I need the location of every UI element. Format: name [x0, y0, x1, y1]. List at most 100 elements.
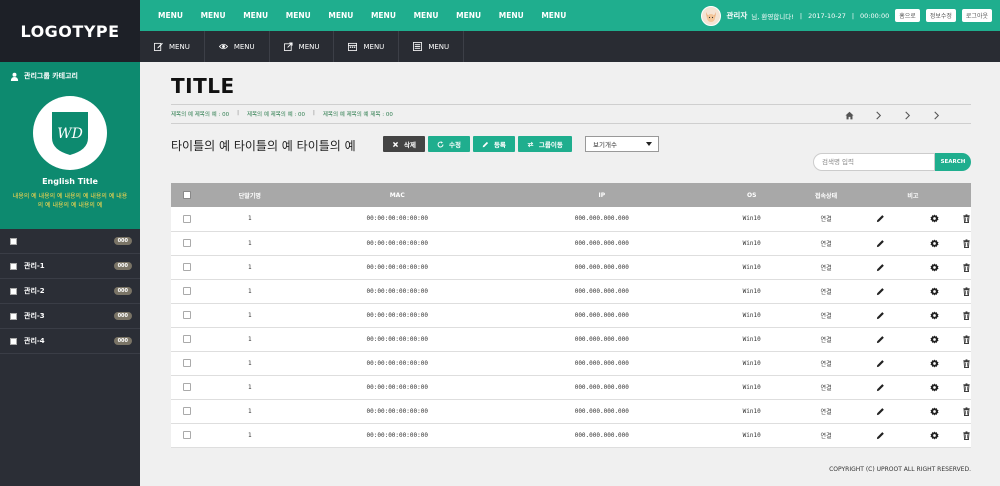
top-menu-item[interactable]: MENU: [328, 11, 371, 20]
trash-icon[interactable]: [962, 382, 971, 392]
trash-icon[interactable]: [962, 310, 971, 320]
sidebar-item-1[interactable]: 관리-1 000: [0, 254, 140, 279]
gear-icon[interactable]: [930, 238, 939, 248]
sidebar-item-3[interactable]: 관리-3 000: [0, 304, 140, 329]
search-button[interactable]: SEARCH: [935, 153, 971, 171]
row-checkbox[interactable]: [182, 287, 191, 295]
trash-icon[interactable]: [962, 430, 971, 440]
table-row[interactable]: 1 00:00:00:00:00:00 000.000.000.000 Win10 연결: [171, 399, 971, 424]
table-row[interactable]: 1 00:00:00:00:00:00 000.000.000.000 Win10 연결: [171, 279, 971, 304]
gear-icon[interactable]: [930, 382, 939, 392]
search-input[interactable]: [813, 153, 935, 171]
sidebar-checkbox[interactable]: [10, 337, 17, 345]
delete-button[interactable]: 삭제: [383, 136, 425, 152]
gear-icon[interactable]: [930, 310, 939, 320]
top-menu-item[interactable]: MENU: [414, 11, 457, 20]
header-ip[interactable]: IP: [497, 183, 707, 207]
trash-icon[interactable]: [962, 334, 971, 344]
pencil-icon[interactable]: [876, 239, 885, 248]
pencil-icon[interactable]: [876, 287, 885, 296]
gear-icon[interactable]: [930, 286, 939, 296]
view-count-select[interactable]: 보기개수: [585, 136, 659, 152]
table-row[interactable]: 1 00:00:00:00:00:00 000.000.000.000 Win10 연결: [171, 231, 971, 256]
top-menu-item[interactable]: MENU: [371, 11, 414, 20]
pencil-icon[interactable]: [876, 431, 885, 440]
top-menu-item[interactable]: MENU: [158, 11, 201, 20]
sidebar-checkbox[interactable]: [10, 262, 17, 270]
row-checkbox[interactable]: [182, 263, 191, 271]
sidebar-item-2[interactable]: 관리-2 000: [0, 279, 140, 304]
sidebar-item-4[interactable]: 관리-4 000: [0, 329, 140, 354]
trash-icon[interactable]: [962, 286, 971, 296]
header-status[interactable]: 접속상태: [797, 183, 855, 207]
header-os[interactable]: OS: [706, 183, 798, 207]
table-row[interactable]: 1 00:00:00:00:00:00 000.000.000.000 Win10 연결: [171, 303, 971, 328]
gear-icon[interactable]: [930, 214, 939, 223]
header-device-name[interactable]: 단말기명: [202, 183, 297, 207]
sub-menu-item-eye[interactable]: MENU: [205, 31, 270, 62]
row-checkbox[interactable]: [182, 359, 191, 367]
edit-button[interactable]: 수정: [427, 136, 470, 152]
pencil-icon[interactable]: [876, 263, 885, 272]
logo[interactable]: LOGOTYPE: [0, 0, 140, 62]
table-row[interactable]: 1 00:00:00:00:00:00 000.000.000.000 Win10 연결: [171, 327, 971, 352]
top-menu-item[interactable]: MENU: [201, 11, 244, 20]
pencil-icon[interactable]: [876, 214, 885, 223]
sub-menu-label: MENU: [428, 42, 450, 51]
table-row[interactable]: 1 00:00:00:00:00:00 000.000.000.000 Win10 연결: [171, 423, 971, 448]
top-menu-item[interactable]: MENU: [456, 11, 499, 20]
sidebar-checkbox[interactable]: [10, 287, 17, 295]
trash-icon[interactable]: [962, 358, 971, 368]
table-row[interactable]: 1 00:00:00:00:00:00 000.000.000.000 Win10 연결: [171, 375, 971, 400]
edit-info-button[interactable]: 정보수정: [925, 9, 956, 22]
top-menu-item[interactable]: MENU: [243, 11, 286, 20]
gear-icon[interactable]: [930, 262, 939, 272]
select-all-checkbox[interactable]: [182, 191, 191, 199]
trash-icon[interactable]: [962, 214, 971, 224]
row-checkbox[interactable]: [182, 239, 191, 247]
pencil-icon[interactable]: [876, 311, 885, 320]
chevron-right-icon[interactable]: [874, 111, 883, 120]
header-note[interactable]: 비고: [854, 183, 971, 207]
pencil-icon[interactable]: [876, 383, 885, 392]
table-row[interactable]: 1 00:00:00:00:00:00 000.000.000.000 Win10 연결: [171, 351, 971, 376]
row-checkbox[interactable]: [182, 407, 191, 415]
register-button[interactable]: 등록: [472, 136, 515, 152]
top-menu-item[interactable]: MENU: [541, 11, 584, 20]
row-checkbox[interactable]: [182, 335, 191, 343]
gear-icon[interactable]: [930, 334, 939, 344]
pencil-icon[interactable]: [876, 359, 885, 368]
gear-icon[interactable]: [930, 406, 939, 416]
move-group-button[interactable]: 그룹이동: [517, 136, 572, 152]
register-label: 등록: [493, 141, 506, 149]
row-checkbox[interactable]: [182, 311, 191, 319]
gear-icon[interactable]: [930, 358, 939, 368]
logout-button[interactable]: 로그아웃: [961, 9, 992, 22]
pencil-icon[interactable]: [876, 335, 885, 344]
chevron-right-icon[interactable]: [932, 111, 941, 120]
table-row[interactable]: 1 00:00:00:00:00:00 000.000.000.000 Win10 연결: [171, 255, 971, 280]
trash-icon[interactable]: [962, 406, 971, 416]
sidebar-item-0[interactable]: 000: [0, 229, 140, 254]
pencil-icon[interactable]: [876, 407, 885, 416]
sub-menu-item-calendar[interactable]: MENU: [334, 31, 400, 62]
top-menu-item[interactable]: MENU: [499, 11, 542, 20]
avatar[interactable]: [700, 5, 721, 26]
trash-icon[interactable]: [962, 262, 971, 272]
gear-icon[interactable]: [930, 430, 939, 440]
chevron-right-icon[interactable]: [903, 111, 912, 120]
sub-menu-item-share[interactable]: MENU: [270, 31, 335, 62]
sub-menu-item-list[interactable]: MENU: [399, 31, 465, 62]
row-checkbox[interactable]: [182, 383, 191, 391]
home-button[interactable]: 홈으로: [895, 9, 920, 22]
trash-icon[interactable]: [962, 238, 971, 248]
row-checkbox[interactable]: [182, 431, 191, 439]
table-row[interactable]: 1 00:00:00:00:00:00 000.000.000.000 Win10 연결: [171, 207, 971, 232]
home-icon[interactable]: [845, 111, 854, 120]
sidebar-checkbox[interactable]: [10, 312, 17, 320]
sidebar-checkbox[interactable]: [10, 237, 17, 245]
top-menu-item[interactable]: MENU: [286, 11, 329, 20]
sub-menu-item-edit[interactable]: MENU: [140, 31, 205, 62]
row-checkbox[interactable]: [182, 214, 191, 223]
header-mac[interactable]: MAC: [296, 183, 498, 207]
